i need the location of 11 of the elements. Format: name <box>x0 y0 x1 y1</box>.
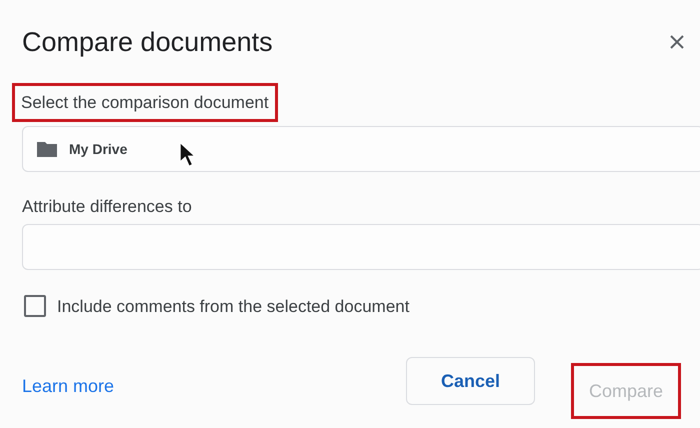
checkbox-label: Include comments from the selected document <box>57 296 410 318</box>
checkbox[interactable] <box>24 295 46 318</box>
document-field[interactable]: My Drive <box>22 126 700 172</box>
close-icon[interactable] <box>668 33 686 52</box>
field-label: Select the comparison document <box>12 82 278 122</box>
dialog-button[interactable]: Cancel <box>406 357 535 405</box>
field-label: Attribute differences to <box>22 196 192 218</box>
field-value: My Drive <box>69 140 128 159</box>
dialog-title: Compare documents <box>22 26 273 59</box>
learn-more-link[interactable]: Learn more <box>22 372 114 400</box>
document-field[interactable] <box>22 224 700 270</box>
